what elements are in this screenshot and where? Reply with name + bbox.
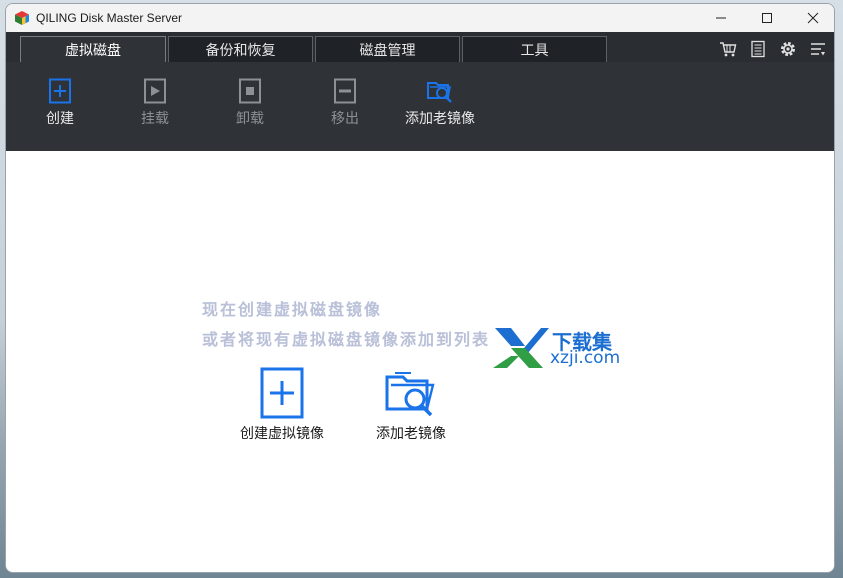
tab-label: 虚拟磁盘 [65,42,121,59]
add-old-image-big-label: 添加老镜像 [376,426,446,442]
hint-line-1: 现在创建虚拟磁盘镜像 [202,300,383,319]
cart-icon[interactable] [719,40,737,58]
tab-label: 磁盘管理 [359,42,416,59]
maximize-icon [762,13,772,23]
add-old-image-label: 添加老镜像 [405,111,475,127]
watermark-url: xzji.com [550,348,621,368]
create-image-plus-icon [260,367,304,419]
unmount-button[interactable]: 卸载 [205,74,295,144]
tab-label: 备份和恢复 [205,42,276,59]
minimize-icon [716,17,726,19]
unmount-label: 卸载 [236,111,264,127]
create-plus-icon [49,78,71,104]
window-title: QILING Disk Master Server [36,11,183,25]
mount-button[interactable]: 挂载 [110,74,200,144]
app-logo-icon [15,11,29,25]
close-icon [807,12,819,24]
create-label: 创建 [46,111,74,127]
add-old-image-big-button[interactable]: 添加老镜像 [366,367,456,443]
maximize-button[interactable] [744,4,790,32]
remove-button[interactable]: 移出 [300,74,390,144]
minimize-button[interactable] [698,4,744,32]
folder-search-large-icon [385,372,435,417]
mount-label: 挂载 [141,111,169,127]
gear-icon[interactable] [779,40,797,58]
tab-tools[interactable]: 工具 [462,36,607,62]
menu-icon[interactable] [809,40,827,58]
hint-line-2: 或者将现有虚拟磁盘镜像添加到列表 [202,330,491,349]
remove-label: 移出 [331,111,359,127]
mount-play-icon [144,78,166,104]
folder-search-icon [427,82,452,103]
tab-disk-management[interactable]: 磁盘管理 [315,36,460,62]
virtual-disk-content: 现在创建虚拟磁盘镜像 或者将现有虚拟磁盘镜像添加到列表 创建虚拟镜像 添加老镜像 [6,151,834,572]
create-button[interactable]: 创建 [15,74,105,144]
add-old-image-button[interactable]: 添加老镜像 [395,74,485,144]
app-window: QILING Disk Master Server 虚拟磁盘 备份和恢复 磁盘管… [5,3,835,573]
create-virtual-image-label: 创建虚拟镜像 [240,426,324,442]
remove-minus-icon [334,78,356,104]
title-bar: QILING Disk Master Server [6,4,834,32]
tab-virtual-disk[interactable]: 虚拟磁盘 [20,36,166,62]
action-toolbar: 创建 挂载 卸载 移出 添加老镜像 [6,62,834,151]
close-button[interactable] [790,4,834,32]
tab-backup-restore[interactable]: 备份和恢复 [168,36,313,62]
main-tab-bar: 虚拟磁盘 备份和恢复 磁盘管理 工具 [6,32,834,62]
notes-icon[interactable] [749,40,767,58]
tab-label: 工具 [520,42,549,59]
watermark-x-logo [493,328,549,368]
unmount-stop-icon [239,78,261,104]
create-virtual-image-button[interactable]: 创建虚拟镜像 [230,367,334,443]
site-watermark: 下载集 xzji.com [491,326,641,376]
